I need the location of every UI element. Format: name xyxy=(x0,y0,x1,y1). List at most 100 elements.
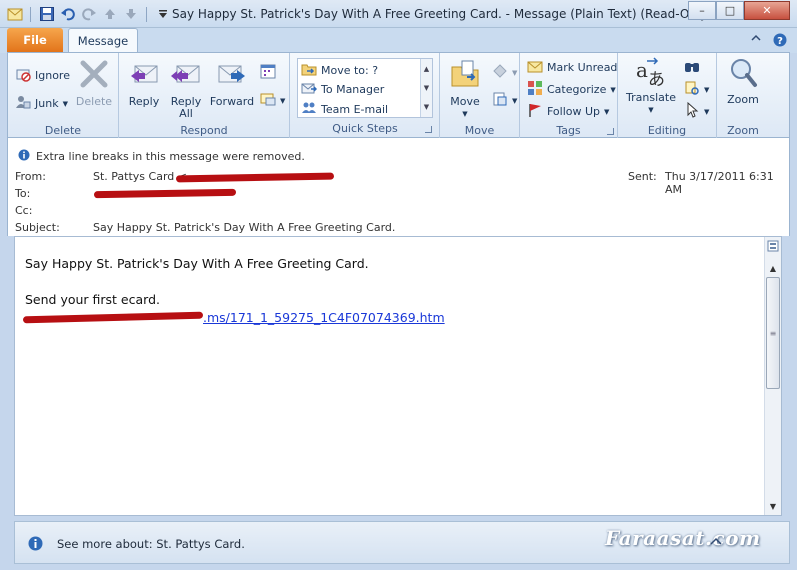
quick-step-move-to-label: Move to: ? xyxy=(321,64,379,77)
from-value[interactable]: St. Pattys Card < xyxy=(93,170,187,183)
follow-up-button[interactable]: Follow Up ▼ xyxy=(527,102,609,121)
people-pane[interactable]: See more about: St. Pattys Card. Faraasa… xyxy=(14,521,790,564)
vertical-scrollbar[interactable]: ▲ ≡ ▼ xyxy=(764,237,781,515)
tags-launcher-icon[interactable] xyxy=(607,128,614,135)
body-line-2: Send your first ecard. xyxy=(25,292,160,307)
sent-label: Sent: xyxy=(628,170,657,183)
expand-people-pane-icon[interactable] xyxy=(709,534,723,551)
move-group: Move ▼ ▼ ▼ Move xyxy=(440,53,520,139)
info-icon xyxy=(28,536,43,554)
translate-button[interactable]: aあ Translate ▼ xyxy=(624,57,678,116)
title-bar: Say Happy St. Patrick's Day With A Free … xyxy=(0,0,797,28)
next-item-icon[interactable] xyxy=(122,6,139,23)
more-respond-button[interactable]: ▼ xyxy=(260,91,285,110)
find-button[interactable] xyxy=(684,58,700,77)
mark-unread-icon xyxy=(527,58,543,77)
magnifier-icon xyxy=(728,57,758,92)
im-icon xyxy=(260,91,276,110)
flag-icon xyxy=(527,102,543,121)
tab-file[interactable]: File xyxy=(7,28,63,52)
info-bar[interactable]: Extra line breaks in this message were r… xyxy=(18,149,305,164)
forward-button[interactable]: Forward xyxy=(208,59,256,108)
previous-item-icon[interactable] xyxy=(101,6,118,23)
scroll-up-icon[interactable]: ▲ xyxy=(424,65,429,73)
delete-label: Delete xyxy=(75,95,113,108)
team-email-icon xyxy=(301,100,317,119)
delete-button[interactable]: Delete xyxy=(76,59,112,108)
quick-step-to-manager[interactable]: To Manager xyxy=(301,80,384,99)
reply-all-button[interactable]: Reply All xyxy=(167,59,205,120)
window-title: Say Happy St. Patrick's Day With A Free … xyxy=(172,7,713,21)
redaction-mark xyxy=(93,188,237,199)
quick-step-team-email[interactable]: Team E-mail xyxy=(301,100,388,119)
close-button[interactable]: ✕ xyxy=(744,1,790,20)
quick-step-to-manager-label: To Manager xyxy=(321,83,385,96)
chevron-down-icon: ▼ xyxy=(604,107,610,116)
respond-group-label: Respond xyxy=(180,124,228,137)
body-content: Say Happy St. Patrick's Day With A Free … xyxy=(22,255,445,327)
maximize-button[interactable]: □ xyxy=(716,1,744,20)
move-group-label: Move xyxy=(464,124,495,137)
customize-toolbar-icon[interactable] xyxy=(154,6,171,23)
minimize-button[interactable]: – xyxy=(688,1,716,20)
window-controls: – □ ✕ xyxy=(688,1,790,20)
junk-button[interactable]: Junk ▼ xyxy=(15,94,68,113)
svg-text:?: ? xyxy=(777,36,783,47)
reply-button[interactable]: Reply xyxy=(125,59,163,108)
save-icon[interactable] xyxy=(38,6,55,23)
chevron-down-icon: ▼ xyxy=(704,85,710,94)
reply-all-label-line2: All xyxy=(179,107,193,120)
sent-value: Thu 3/17/2011 6:31 AM xyxy=(665,170,774,196)
header-toggle-icon[interactable] xyxy=(766,239,780,253)
minimize-icon: – xyxy=(699,4,705,17)
related-button[interactable]: ▼ xyxy=(684,80,709,99)
meeting-button[interactable] xyxy=(260,63,276,82)
scroll-up-icon[interactable]: ▲ xyxy=(766,261,780,275)
rules-button[interactable]: ▼ xyxy=(492,63,517,82)
categorize-icon xyxy=(527,80,543,99)
chevron-down-icon: ▼ xyxy=(610,85,616,94)
quick-steps-launcher-icon[interactable] xyxy=(425,126,432,133)
actions-icon xyxy=(492,91,508,110)
expand-gallery-icon[interactable]: ▼ xyxy=(424,103,429,111)
select-button[interactable]: ▼ xyxy=(684,101,709,121)
chevron-down-icon: ▼ xyxy=(62,99,68,108)
delete-group-label: Delete xyxy=(44,124,82,137)
respond-group: Reply Reply All Forward ▼ Respond xyxy=(119,53,290,139)
translate-label: Translate xyxy=(626,91,676,104)
scroll-down-icon[interactable]: ▼ xyxy=(424,84,429,92)
ecard-link[interactable]: .ms/171_1_59275_1C4F07074369.htm xyxy=(203,310,445,325)
help-icon[interactable]: ? xyxy=(773,33,787,50)
envelope-icon[interactable] xyxy=(6,6,23,23)
info-bar-text: Extra line breaks in this message were r… xyxy=(36,150,305,163)
cursor-icon xyxy=(684,101,700,121)
move-button[interactable]: Move ▼ xyxy=(446,59,484,120)
scroll-thumb[interactable]: ≡ xyxy=(766,277,780,389)
categorize-button[interactable]: Categorize ▼ xyxy=(527,80,616,99)
svg-text:あ: あ xyxy=(648,70,665,89)
zoom-button[interactable]: Zoom xyxy=(723,57,763,106)
svg-text:a: a xyxy=(636,58,648,82)
folder-move-icon xyxy=(301,61,317,80)
zoom-group-label: Zoom xyxy=(727,124,759,137)
tab-message[interactable]: Message xyxy=(68,28,138,53)
quick-steps-scroll[interactable]: ▲ ▼ ▼ xyxy=(420,59,432,117)
delete-group: Ignore Junk ▼ Delete Delete xyxy=(8,53,119,139)
message-body[interactable]: Say Happy St. Patrick's Day With A Free … xyxy=(14,236,782,516)
undo-icon[interactable] xyxy=(59,6,76,23)
ignore-button[interactable]: Ignore xyxy=(15,66,70,85)
ignore-icon xyxy=(15,66,31,85)
chevron-down-icon: ▼ xyxy=(512,96,518,105)
redaction-mark xyxy=(22,311,204,324)
body-link-line[interactable]: .ms/171_1_59275_1C4F07074369.htm xyxy=(22,309,445,327)
quick-step-move-to[interactable]: Move to: ? xyxy=(301,61,378,80)
binoculars-icon xyxy=(684,58,700,77)
editing-group: aあ Translate ▼ ▼ ▼ Editing xyxy=(618,53,717,139)
redo-icon[interactable] xyxy=(80,6,97,23)
mark-unread-button[interactable]: Mark Unread xyxy=(527,58,617,77)
scroll-down-icon[interactable]: ▼ xyxy=(766,499,780,513)
actions-button[interactable]: ▼ xyxy=(492,91,517,110)
translate-icon: aあ xyxy=(635,57,667,92)
quick-steps-gallery: Move to: ? To Manager Team E-mail ▲ ▼ ▼ xyxy=(297,58,433,118)
minimize-ribbon-icon[interactable] xyxy=(751,33,761,50)
